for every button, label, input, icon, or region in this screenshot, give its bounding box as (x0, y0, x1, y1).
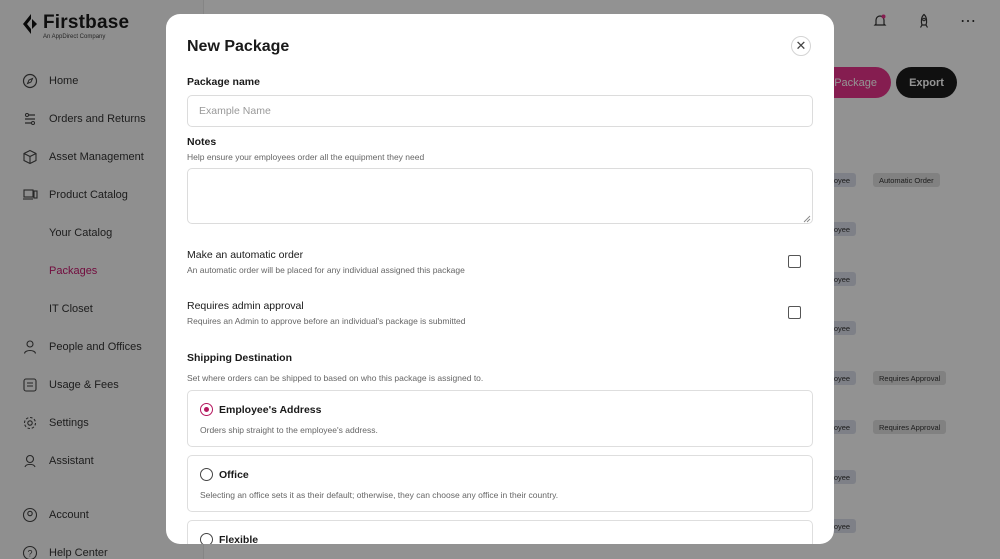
admin-approval-checkbox[interactable] (788, 306, 801, 319)
admin-approval-label: Requires admin approval (187, 300, 304, 312)
option-description: Orders ship straight to the employee's a… (200, 425, 378, 435)
shipping-destination-label: Shipping Destination (187, 352, 292, 364)
shipping-option-flexible[interactable]: Flexible (187, 520, 813, 544)
admin-approval-help: Requires an Admin to approve before an i… (187, 316, 466, 326)
option-title: Employee's Address (219, 404, 322, 416)
notes-label: Notes (187, 136, 217, 148)
shipping-destination-help: Set where orders can be shipped to based… (187, 373, 484, 383)
automatic-order-help: An automatic order will be placed for an… (187, 265, 465, 275)
employee-address-radio[interactable] (200, 403, 213, 416)
close-button[interactable]: ✕ (791, 36, 811, 56)
option-description: Selecting an office sets it as their def… (200, 490, 559, 500)
close-icon: ✕ (795, 38, 807, 53)
option-title: Flexible (219, 534, 259, 544)
flexible-radio[interactable] (200, 533, 213, 544)
automatic-order-label: Make an automatic order (187, 249, 304, 261)
shipping-option-employee-address[interactable]: Employee's Address Orders ship straight … (187, 390, 813, 447)
modal-title: New Package (187, 38, 290, 55)
automatic-order-checkbox[interactable] (788, 255, 801, 268)
notes-textarea[interactable] (187, 168, 813, 224)
office-radio[interactable] (200, 468, 213, 481)
shipping-option-office[interactable]: Office Selecting an office sets it as th… (187, 455, 813, 512)
option-title: Office (219, 469, 249, 481)
notes-help: Help ensure your employees order all the… (187, 152, 425, 162)
resize-handle-icon[interactable] (803, 215, 811, 223)
new-package-modal: New Package ✕ Package name Notes Help en… (166, 14, 834, 544)
package-name-input[interactable] (187, 95, 813, 127)
package-name-label: Package name (187, 76, 260, 88)
